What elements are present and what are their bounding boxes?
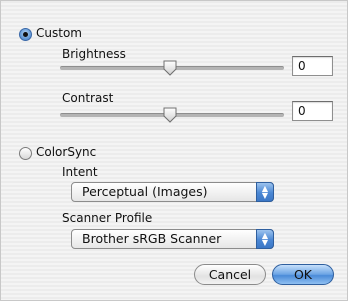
colorsync-radio[interactable] bbox=[19, 147, 32, 160]
custom-radio[interactable] bbox=[19, 28, 32, 41]
popup-arrows-icon: ▲ ▼ bbox=[256, 229, 274, 249]
contrast-slider-thumb[interactable] bbox=[163, 107, 177, 123]
brightness-label: Brightness bbox=[62, 47, 126, 61]
brightness-slider-thumb[interactable] bbox=[163, 60, 177, 76]
ok-button[interactable]: OK bbox=[272, 264, 334, 285]
custom-label[interactable]: Custom bbox=[36, 26, 82, 40]
scanner-profile-popup-value: Brother sRGB Scanner bbox=[82, 231, 222, 246]
contrast-label: Contrast bbox=[62, 91, 114, 105]
colorsync-label[interactable]: ColorSync bbox=[36, 145, 96, 159]
scanner-profile-popup[interactable]: Brother sRGB Scanner ▲ ▼ bbox=[71, 229, 274, 249]
intent-popup-value: Perceptual (Images) bbox=[82, 184, 208, 199]
cancel-button[interactable]: Cancel bbox=[194, 264, 266, 285]
popup-arrows-icon: ▲ ▼ bbox=[256, 182, 274, 202]
intent-label: Intent bbox=[62, 165, 98, 179]
intent-popup[interactable]: Perceptual (Images) ▲ ▼ bbox=[71, 182, 274, 202]
contrast-value-field[interactable]: 0 bbox=[292, 101, 333, 121]
brightness-value-field[interactable]: 0 bbox=[292, 56, 333, 76]
scanner-profile-label: Scanner Profile bbox=[62, 211, 153, 225]
scan-settings-panel: Custom Brightness 0 Contrast 0 ColorSync… bbox=[0, 0, 348, 301]
